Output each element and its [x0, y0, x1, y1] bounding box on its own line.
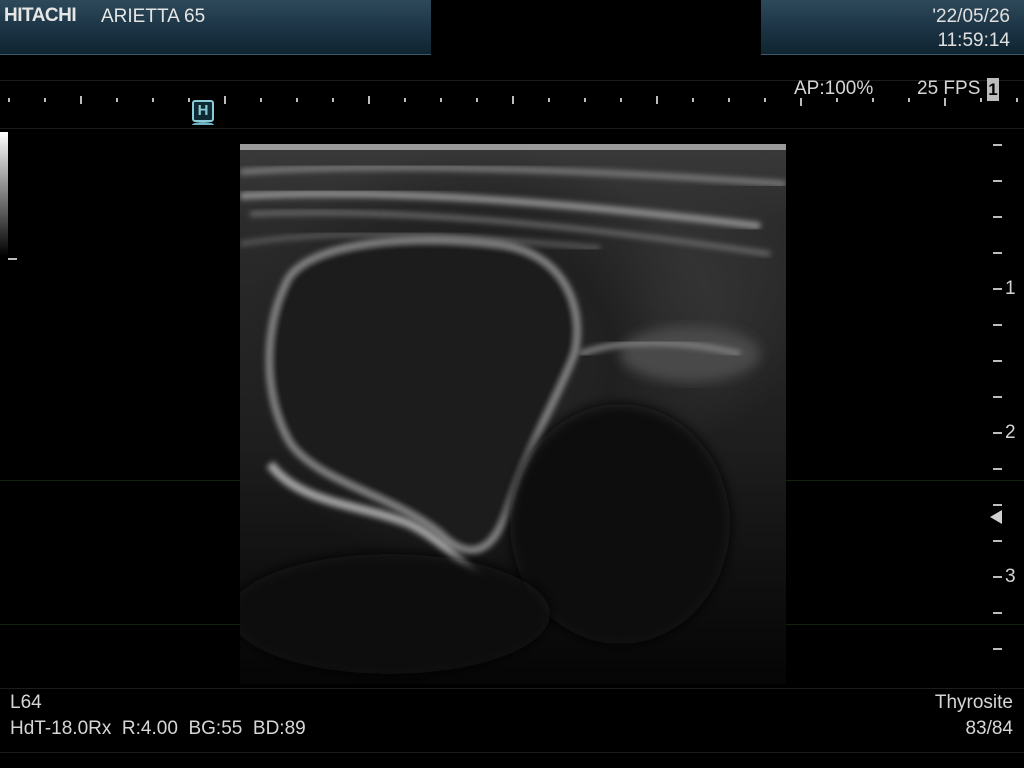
ruler-tick — [728, 98, 730, 102]
top-ruler — [0, 92, 780, 112]
ruler-tick — [8, 98, 10, 102]
ruler-tick — [512, 96, 514, 104]
ruler-tick — [80, 96, 82, 104]
ruler-tick — [404, 98, 406, 102]
ruler-tick — [440, 98, 442, 102]
ultrasound-structures — [240, 144, 786, 674]
transducer-orientation-marker[interactable]: H — [192, 100, 214, 122]
depth-tick — [993, 648, 1002, 650]
ruler-tick — [260, 98, 262, 102]
grayscale-bar-tick — [8, 258, 17, 260]
deep-shadow — [240, 554, 550, 674]
ruler-tick — [296, 98, 298, 102]
ruler-tick — [224, 96, 226, 104]
depth-scale — [980, 140, 1024, 660]
ultrasound-image[interactable] — [240, 144, 786, 684]
depth-tick — [993, 432, 1002, 434]
depth-tick — [993, 288, 1002, 290]
divider-line — [0, 752, 1024, 753]
depth-label-1: 1 — [1005, 278, 1016, 299]
orientation-marker-base — [192, 122, 214, 128]
ruler-tick — [476, 98, 478, 102]
acoustic-power: AP:100% — [794, 78, 874, 99]
depth-tick — [993, 612, 1002, 614]
skin-line — [240, 144, 786, 150]
ruler-tick — [368, 96, 370, 104]
ruler-tick — [152, 98, 154, 102]
probe-name: L64 — [10, 692, 42, 713]
exam-date: '22/05/26 — [932, 6, 1010, 27]
model-name: ARIETTA 65 — [101, 6, 206, 27]
ruler-tick — [764, 98, 766, 102]
depth-tick — [993, 324, 1002, 326]
divider-line — [0, 128, 1024, 129]
depth-tick — [993, 144, 1002, 146]
ruler-tick — [44, 98, 46, 102]
header-left-band: HITACHI ARIETTA 65 — [0, 0, 431, 55]
divider-line — [0, 688, 1024, 689]
depth-tick — [993, 216, 1002, 218]
depth-tick — [993, 468, 1002, 470]
tissue-layer — [240, 164, 786, 187]
ruler-tick — [620, 98, 622, 102]
brand-logo: HITACHI — [4, 5, 77, 26]
ruler-tick — [908, 98, 910, 102]
grayscale-bar — [0, 132, 8, 256]
depth-tick — [993, 360, 1002, 362]
ruler-tick — [692, 98, 694, 102]
ruler-tick — [116, 98, 118, 102]
depth-tick — [993, 576, 1002, 578]
depth-tick — [993, 504, 1002, 506]
imaging-settings: HdT-18.0Rx R:4.00 BG:55 BD:89 — [10, 718, 306, 739]
exam-time: 11:59:14 — [937, 30, 1010, 51]
ruler-tick — [656, 96, 658, 104]
cine-frame-count: 83/84 — [965, 718, 1013, 739]
frame-rate: 25 FPS — [917, 78, 981, 99]
ruler-tick — [332, 98, 334, 102]
depth-tick — [993, 180, 1002, 182]
ruler-tick — [188, 98, 190, 102]
ruler-tick — [584, 98, 586, 102]
preset-name: Thyrosite — [934, 692, 1013, 713]
depth-tick — [993, 252, 1002, 254]
depth-tick — [993, 540, 1002, 542]
header-right-band: '22/05/26 11:59:14 — [761, 0, 1024, 55]
depth-label-2: 2 — [1005, 422, 1016, 443]
depth-tick — [993, 396, 1002, 398]
ruler-tick — [1016, 98, 1018, 102]
ruler-tick — [548, 98, 550, 102]
frame-index-badge: 1 — [987, 78, 999, 101]
focus-marker-icon[interactable] — [990, 510, 1002, 524]
depth-label-3: 3 — [1005, 566, 1016, 587]
